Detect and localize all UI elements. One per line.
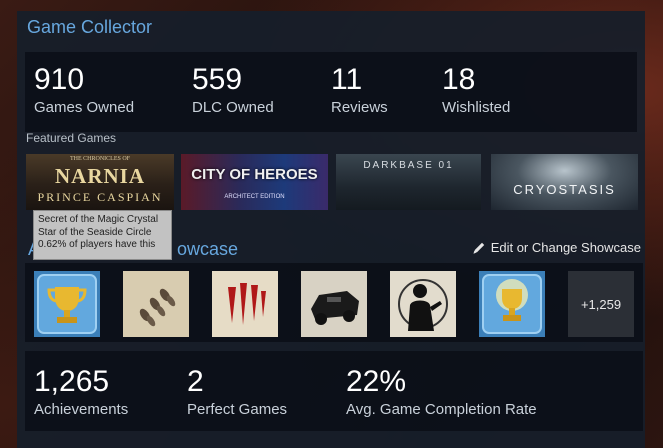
- stat-value: 18: [442, 63, 476, 96]
- achievement-showcase-title-end: owcase: [177, 239, 239, 259]
- footprints-icon[interactable]: [123, 271, 189, 337]
- stat-games-owned[interactable]: 910 Games Owned: [34, 63, 135, 117]
- stat-perfect-games[interactable]: 2 Perfect Games: [187, 365, 288, 419]
- stat-label: DLC Owned: [192, 99, 274, 116]
- featured-game-cryostasis[interactable]: CRYOSTASIS: [491, 154, 638, 210]
- showcase-title: Game Collector: [27, 17, 153, 37]
- collector-stats: 910 Games Owned 559 DLC Owned 11 Reviews…: [25, 52, 637, 132]
- game-caption: NARNIA: [55, 164, 145, 188]
- game-subcaption: PRINCE CASPIAN: [37, 190, 163, 204]
- game-caption: CITY OF HEROES: [191, 166, 318, 183]
- stat-label: Perfect Games: [187, 401, 288, 418]
- stat-completion-rate[interactable]: 22% Avg. Game Completion Rate: [346, 365, 537, 419]
- stat-value: 1,265: [34, 365, 110, 398]
- more-achievements-button[interactable]: +1,259: [568, 271, 634, 337]
- gold-trophy-icon[interactable]: [34, 271, 100, 337]
- stat-label: Avg. Game Completion Rate: [346, 401, 537, 418]
- stat-value: 11: [331, 63, 363, 96]
- game-caption-small: THE CHRONICLES OF: [69, 156, 130, 162]
- edit-showcase-label: Edit or Change Showcase: [490, 240, 641, 255]
- stat-value: 22%: [346, 365, 407, 398]
- stat-label: Games Owned: [34, 99, 135, 116]
- stat-value: 910: [34, 63, 85, 96]
- tooltip-achievement-name: Secret of the Magic Crystal: [38, 214, 159, 225]
- stat-value: 2: [187, 365, 204, 398]
- stat-label: Achievements: [34, 401, 129, 418]
- armored-car-icon[interactable]: [301, 271, 367, 337]
- featured-game-darkbase[interactable]: DARKBASE 01: [336, 154, 481, 210]
- stat-value: 559: [192, 63, 243, 96]
- game-caption: DARKBASE 01: [363, 160, 454, 171]
- tooltip-rarity: 0.62% of players have this: [38, 239, 156, 250]
- tooltip-game-name: Star of the Seaside Circle: [38, 226, 152, 238]
- shining-trophy-icon[interactable]: [479, 271, 545, 337]
- stat-label: Reviews: [331, 99, 388, 116]
- stat-label: Wishlisted: [442, 99, 511, 116]
- stat-reviews[interactable]: 11 Reviews: [331, 63, 388, 117]
- featured-game-narnia[interactable]: THE CHRONICLES OF NARNIA PRINCE CASPIAN: [26, 154, 174, 210]
- game-caption: CRYOSTASIS: [513, 182, 616, 197]
- stat-achievements[interactable]: 1,265 Achievements: [34, 365, 129, 419]
- achievement-tooltip: Secret of the Magic Crystal Star of the …: [33, 210, 172, 260]
- claw-marks-icon[interactable]: [212, 271, 278, 337]
- pencil-icon: [472, 241, 486, 255]
- featured-games-label: Featured Games: [26, 131, 117, 145]
- stat-wishlisted[interactable]: 18 Wishlisted: [442, 63, 511, 117]
- edit-showcase-button[interactable]: Edit or Change Showcase: [472, 240, 641, 255]
- featured-game-city-of-heroes[interactable]: CITY OF HEROES ARCHITECT EDITION: [181, 154, 328, 210]
- silhouette-man-icon[interactable]: [390, 271, 456, 337]
- stat-dlc-owned[interactable]: 559 DLC Owned: [192, 63, 274, 117]
- game-subcaption: ARCHITECT EDITION: [224, 194, 285, 200]
